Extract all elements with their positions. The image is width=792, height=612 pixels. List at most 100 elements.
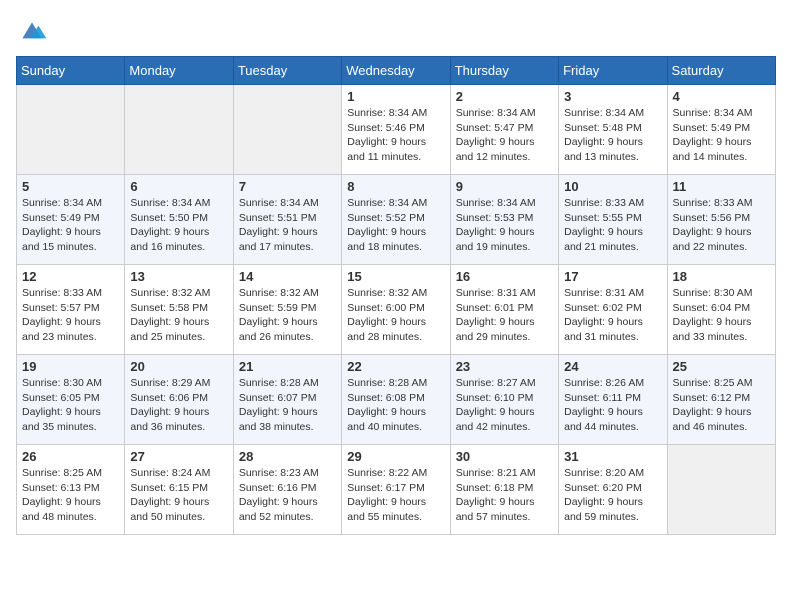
calendar-day-cell: 28 Sunrise: 8:23 AM Sunset: 6:16 PM Dayli… (233, 445, 341, 535)
day-info: Sunrise: 8:34 AM Sunset: 5:49 PM Dayligh… (673, 106, 770, 165)
calendar-week-row: 26 Sunrise: 8:25 AM Sunset: 6:13 PM Dayli… (17, 445, 776, 535)
day-number: 29 (347, 449, 444, 464)
calendar-day-cell: 13Sunrise: 8:32 AM Sunset: 5:58 PM Dayli… (125, 265, 233, 355)
day-info: Sunrise: 8:21 AM Sunset: 6:18 PM Dayligh… (456, 466, 553, 525)
calendar-week-row: 1Sunrise: 8:34 AM Sunset: 5:46 PM Daylig… (17, 85, 776, 175)
day-info: Sunrise: 8:34 AM Sunset: 5:53 PM Dayligh… (456, 196, 553, 255)
day-of-week-header: Friday (559, 57, 667, 85)
calendar-day-cell: 31Sunrise: 8:20 AM Sunset: 6:20 PM Dayli… (559, 445, 667, 535)
day-number: 27 (130, 449, 227, 464)
day-info: Sunrise: 8:24 AM Sunset: 6:15 PM Dayligh… (130, 466, 227, 525)
calendar-day-cell: 7 Sunrise: 8:34 AM Sunset: 5:51 PM Daylig… (233, 175, 341, 265)
logo (16, 16, 52, 44)
day-info: Sunrise: 8:32 AM Sunset: 6:00 PM Dayligh… (347, 286, 444, 345)
calendar-day-cell: 22Sunrise: 8:28 AM Sunset: 6:08 PM Dayli… (342, 355, 450, 445)
calendar-day-cell: 27 Sunrise: 8:24 AM Sunset: 6:15 PM Dayli… (125, 445, 233, 535)
calendar-day-cell: 20 Sunrise: 8:29 AM Sunset: 6:06 PM Dayli… (125, 355, 233, 445)
day-number: 28 (239, 449, 336, 464)
day-number: 7 (239, 179, 336, 194)
calendar: SundayMondayTuesdayWednesdayThursdayFrid… (16, 56, 776, 535)
day-number: 25 (673, 359, 770, 374)
day-number: 2 (456, 89, 553, 104)
day-number: 15 (347, 269, 444, 284)
calendar-day-cell: 30 Sunrise: 8:21 AM Sunset: 6:18 PM Dayli… (450, 445, 558, 535)
day-number: 23 (456, 359, 553, 374)
calendar-day-cell: 3 Sunrise: 8:34 AM Sunset: 5:48 PM Daylig… (559, 85, 667, 175)
calendar-day-cell: 6 Sunrise: 8:34 AM Sunset: 5:50 PM Daylig… (125, 175, 233, 265)
calendar-day-cell: 29 Sunrise: 8:22 AM Sunset: 6:17 PM Dayli… (342, 445, 450, 535)
day-of-week-header: Monday (125, 57, 233, 85)
day-number: 4 (673, 89, 770, 104)
day-info: Sunrise: 8:30 AM Sunset: 6:04 PM Dayligh… (673, 286, 770, 345)
day-info: Sunrise: 8:27 AM Sunset: 6:10 PM Dayligh… (456, 376, 553, 435)
calendar-week-row: 19Sunrise: 8:30 AM Sunset: 6:05 PM Dayli… (17, 355, 776, 445)
day-number: 16 (456, 269, 553, 284)
day-number: 13 (130, 269, 227, 284)
day-info: Sunrise: 8:31 AM Sunset: 6:02 PM Dayligh… (564, 286, 661, 345)
day-info: Sunrise: 8:29 AM Sunset: 6:06 PM Dayligh… (130, 376, 227, 435)
calendar-day-cell: 14Sunrise: 8:32 AM Sunset: 5:59 PM Dayli… (233, 265, 341, 355)
calendar-day-cell: 12 Sunrise: 8:33 AM Sunset: 5:57 PM Dayli… (17, 265, 125, 355)
day-number: 12 (22, 269, 119, 284)
day-info: Sunrise: 8:23 AM Sunset: 6:16 PM Dayligh… (239, 466, 336, 525)
day-info: Sunrise: 8:28 AM Sunset: 6:07 PM Dayligh… (239, 376, 336, 435)
day-number: 10 (564, 179, 661, 194)
calendar-day-cell: 18Sunrise: 8:30 AM Sunset: 6:04 PM Dayli… (667, 265, 775, 355)
day-of-week-header: Thursday (450, 57, 558, 85)
day-info: Sunrise: 8:33 AM Sunset: 5:57 PM Dayligh… (22, 286, 119, 345)
day-of-week-header: Sunday (17, 57, 125, 85)
day-number: 1 (347, 89, 444, 104)
day-of-week-header: Wednesday (342, 57, 450, 85)
calendar-day-cell: 24 Sunrise: 8:26 AM Sunset: 6:11 PM Dayli… (559, 355, 667, 445)
day-info: Sunrise: 8:28 AM Sunset: 6:08 PM Dayligh… (347, 376, 444, 435)
day-info: Sunrise: 8:25 AM Sunset: 6:13 PM Dayligh… (22, 466, 119, 525)
day-number: 11 (673, 179, 770, 194)
calendar-day-cell (233, 85, 341, 175)
day-info: Sunrise: 8:34 AM Sunset: 5:47 PM Dayligh… (456, 106, 553, 165)
calendar-week-row: 12 Sunrise: 8:33 AM Sunset: 5:57 PM Dayli… (17, 265, 776, 355)
calendar-day-cell: 17 Sunrise: 8:31 AM Sunset: 6:02 PM Dayli… (559, 265, 667, 355)
day-number: 14 (239, 269, 336, 284)
day-info: Sunrise: 8:34 AM Sunset: 5:48 PM Dayligh… (564, 106, 661, 165)
day-number: 9 (456, 179, 553, 194)
day-number: 20 (130, 359, 227, 374)
day-number: 24 (564, 359, 661, 374)
calendar-day-cell: 25 Sunrise: 8:25 AM Sunset: 6:12 PM Dayli… (667, 355, 775, 445)
day-number: 6 (130, 179, 227, 194)
day-info: Sunrise: 8:34 AM Sunset: 5:52 PM Dayligh… (347, 196, 444, 255)
day-number: 3 (564, 89, 661, 104)
calendar-day-cell: 5Sunrise: 8:34 AM Sunset: 5:49 PM Daylig… (17, 175, 125, 265)
page-header (16, 16, 776, 44)
calendar-day-cell: 10 Sunrise: 8:33 AM Sunset: 5:55 PM Dayli… (559, 175, 667, 265)
calendar-day-cell (17, 85, 125, 175)
calendar-day-cell: 16 Sunrise: 8:31 AM Sunset: 6:01 PM Dayli… (450, 265, 558, 355)
calendar-day-cell: 2 Sunrise: 8:34 AM Sunset: 5:47 PM Daylig… (450, 85, 558, 175)
day-number: 30 (456, 449, 553, 464)
calendar-day-cell: 26 Sunrise: 8:25 AM Sunset: 6:13 PM Dayli… (17, 445, 125, 535)
logo-icon (16, 16, 48, 44)
calendar-day-cell: 15 Sunrise: 8:32 AM Sunset: 6:00 PM Dayli… (342, 265, 450, 355)
day-info: Sunrise: 8:31 AM Sunset: 6:01 PM Dayligh… (456, 286, 553, 345)
day-info: Sunrise: 8:22 AM Sunset: 6:17 PM Dayligh… (347, 466, 444, 525)
calendar-day-cell: 9 Sunrise: 8:34 AM Sunset: 5:53 PM Daylig… (450, 175, 558, 265)
calendar-day-cell (667, 445, 775, 535)
day-info: Sunrise: 8:33 AM Sunset: 5:55 PM Dayligh… (564, 196, 661, 255)
day-info: Sunrise: 8:33 AM Sunset: 5:56 PM Dayligh… (673, 196, 770, 255)
day-info: Sunrise: 8:25 AM Sunset: 6:12 PM Dayligh… (673, 376, 770, 435)
day-number: 19 (22, 359, 119, 374)
day-info: Sunrise: 8:20 AM Sunset: 6:20 PM Dayligh… (564, 466, 661, 525)
calendar-day-cell: 23 Sunrise: 8:27 AM Sunset: 6:10 PM Dayli… (450, 355, 558, 445)
calendar-day-cell: 21 Sunrise: 8:28 AM Sunset: 6:07 PM Dayli… (233, 355, 341, 445)
calendar-day-cell: 11 Sunrise: 8:33 AM Sunset: 5:56 PM Dayli… (667, 175, 775, 265)
day-number: 26 (22, 449, 119, 464)
day-info: Sunrise: 8:34 AM Sunset: 5:50 PM Dayligh… (130, 196, 227, 255)
calendar-header-row: SundayMondayTuesdayWednesdayThursdayFrid… (17, 57, 776, 85)
day-number: 5 (22, 179, 119, 194)
day-info: Sunrise: 8:34 AM Sunset: 5:51 PM Dayligh… (239, 196, 336, 255)
calendar-day-cell: 8Sunrise: 8:34 AM Sunset: 5:52 PM Daylig… (342, 175, 450, 265)
day-of-week-header: Saturday (667, 57, 775, 85)
day-info: Sunrise: 8:26 AM Sunset: 6:11 PM Dayligh… (564, 376, 661, 435)
day-number: 21 (239, 359, 336, 374)
calendar-day-cell: 4 Sunrise: 8:34 AM Sunset: 5:49 PM Daylig… (667, 85, 775, 175)
day-number: 17 (564, 269, 661, 284)
